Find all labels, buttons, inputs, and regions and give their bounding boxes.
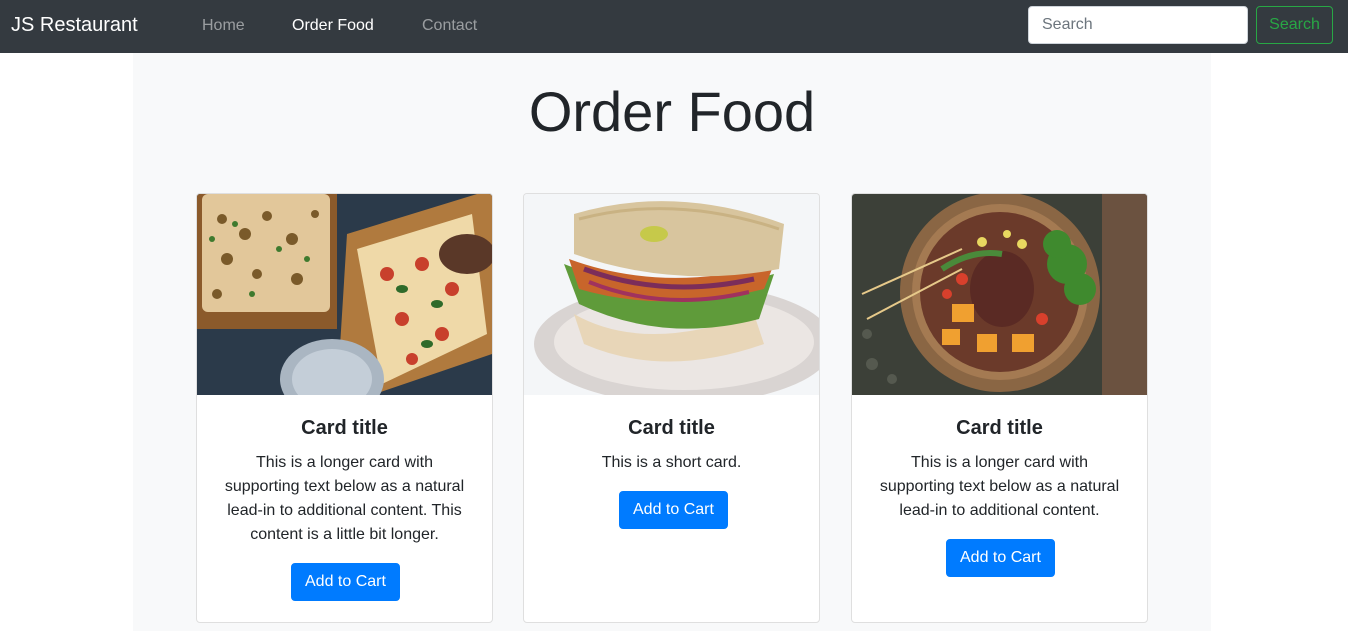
nav-link-contact[interactable]: Contact xyxy=(422,16,477,35)
card-title: Card title xyxy=(956,417,1043,439)
card-title: Card title xyxy=(301,417,388,439)
food-card-1: Card title This is a longer card with su… xyxy=(196,193,493,623)
top-navbar: JS Restaurant Home Order Food Contact Se… xyxy=(0,0,1348,53)
page-title: Order Food xyxy=(528,80,816,143)
food-card-2: Card title This is a short card. Add to … xyxy=(523,193,820,623)
add-to-cart-button[interactable]: Add to Cart xyxy=(946,539,1055,577)
food-card-3: Card title This is a longer card with su… xyxy=(851,193,1148,623)
add-to-cart-button[interactable]: Add to Cart xyxy=(291,563,400,601)
main-content: Order Food Card title This is a longer c… xyxy=(133,53,1211,631)
nav-link-order-food[interactable]: Order Food xyxy=(292,16,374,35)
pizza-flatbread-photo xyxy=(197,194,492,395)
card-text: This is a short card. xyxy=(601,454,742,471)
search-input[interactable] xyxy=(1028,6,1248,44)
add-to-cart-button[interactable]: Add to Cart xyxy=(619,491,728,529)
nav-link-home[interactable]: Home xyxy=(202,16,245,35)
card-title: Card title xyxy=(628,417,715,439)
grain-bowl-photo xyxy=(852,194,1147,395)
card-text: This is a longer card with supporting te… xyxy=(224,454,465,543)
sandwich-photo xyxy=(524,194,819,395)
card-text: This is a longer card with supporting te… xyxy=(879,454,1120,519)
brand-link[interactable]: JS Restaurant xyxy=(11,13,138,37)
search-button[interactable]: Search xyxy=(1256,6,1333,44)
